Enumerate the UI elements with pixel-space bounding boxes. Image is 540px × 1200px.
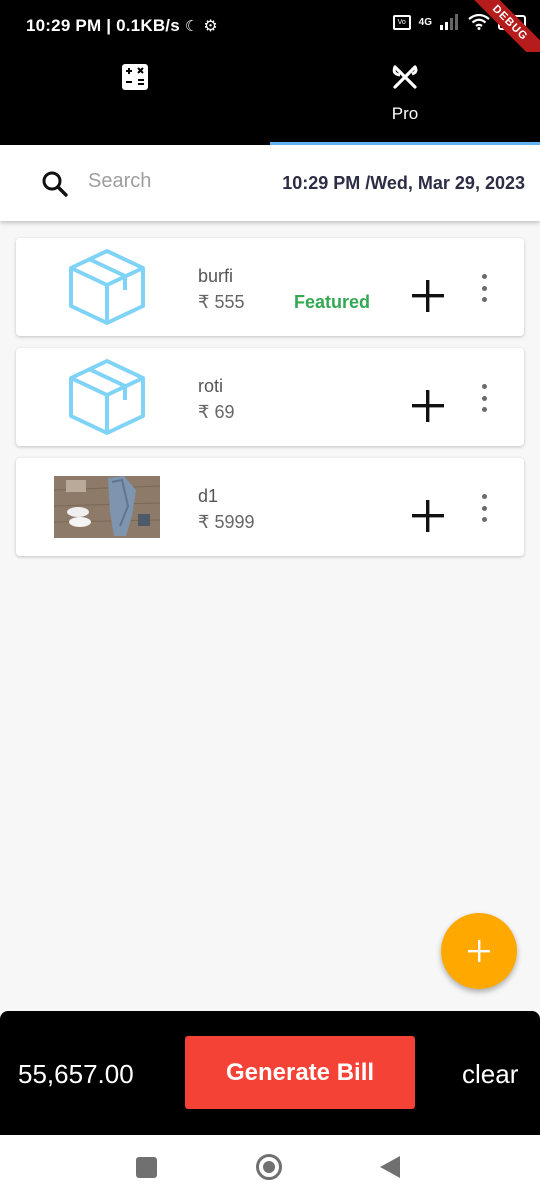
volte-icon: Vo — [392, 14, 411, 30]
add-to-bill-button[interactable] — [406, 384, 450, 428]
product-price: ₹ 5999 — [198, 512, 255, 532]
box-icon — [54, 356, 160, 438]
more-options-icon[interactable] — [474, 274, 494, 302]
featured-badge: Featured — [294, 292, 371, 312]
add-product-fab[interactable] — [441, 913, 517, 989]
product-price: ₹ 69 — [198, 402, 235, 422]
network-label: 4G — [418, 16, 432, 28]
tab-bar: Pro — [0, 52, 540, 145]
more-options-icon[interactable] — [474, 384, 494, 412]
product-name: roti — [198, 376, 224, 396]
gear-icon: ⚙ — [203, 18, 218, 35]
plus-icon — [412, 280, 444, 312]
search-input[interactable] — [88, 165, 248, 197]
product-name: burfi — [198, 266, 234, 286]
tab-calculator[interactable] — [0, 52, 270, 145]
tab-pro[interactable]: Pro — [270, 52, 540, 145]
add-to-bill-button[interactable] — [406, 494, 450, 538]
status-bar: 10:29 PM | 0.1KB/s ☾ ⚙ Vo 4G 27 DEBUG — [0, 0, 540, 72]
product-card[interactable]: d1 ₹ 5999 — [16, 458, 524, 556]
box-icon — [54, 246, 160, 328]
plus-icon — [412, 390, 444, 422]
date-time-label: 10:29 PM /Wed, Mar 29, 2023 — [282, 173, 525, 193]
add-to-bill-button[interactable] — [406, 274, 450, 318]
search-bar: 10:29 PM /Wed, Mar 29, 2023 — [0, 145, 540, 221]
tab-label: Pro — [391, 104, 419, 123]
status-time: 10:29 PM | 0.1KB/s ☾ ⚙ — [26, 16, 218, 35]
product-name: d1 — [198, 486, 219, 506]
product-list: burfi ₹ 555 Featured roti ₹ 69 d1 ₹ 5999 — [16, 238, 524, 568]
bill-total: 55,657.00 — [18, 1059, 134, 1089]
recents-icon[interactable] — [136, 1157, 157, 1178]
plus-icon — [412, 500, 444, 532]
product-price: ₹ 555 — [198, 292, 245, 312]
back-icon[interactable] — [380, 1156, 400, 1178]
clear-button[interactable]: clear — [462, 1059, 518, 1090]
product-photo — [54, 466, 160, 548]
product-card[interactable]: burfi ₹ 555 Featured — [16, 238, 524, 336]
bill-bar: 55,657.00 Generate Bill clear — [0, 1011, 540, 1135]
system-nav-bar — [0, 1135, 540, 1200]
more-options-icon[interactable] — [474, 494, 494, 522]
home-icon[interactable] — [256, 1154, 282, 1180]
moon-icon: ☾ — [184, 18, 199, 35]
calculator-icon — [120, 62, 150, 92]
generate-bill-button[interactable]: Generate Bill — [185, 1036, 415, 1109]
wifi-icon — [468, 14, 490, 30]
search-icon[interactable] — [40, 169, 70, 199]
fork-knife-icon — [390, 62, 420, 92]
signal-icon — [440, 14, 458, 30]
product-card[interactable]: roti ₹ 69 — [16, 348, 524, 446]
plus-icon — [468, 940, 490, 962]
